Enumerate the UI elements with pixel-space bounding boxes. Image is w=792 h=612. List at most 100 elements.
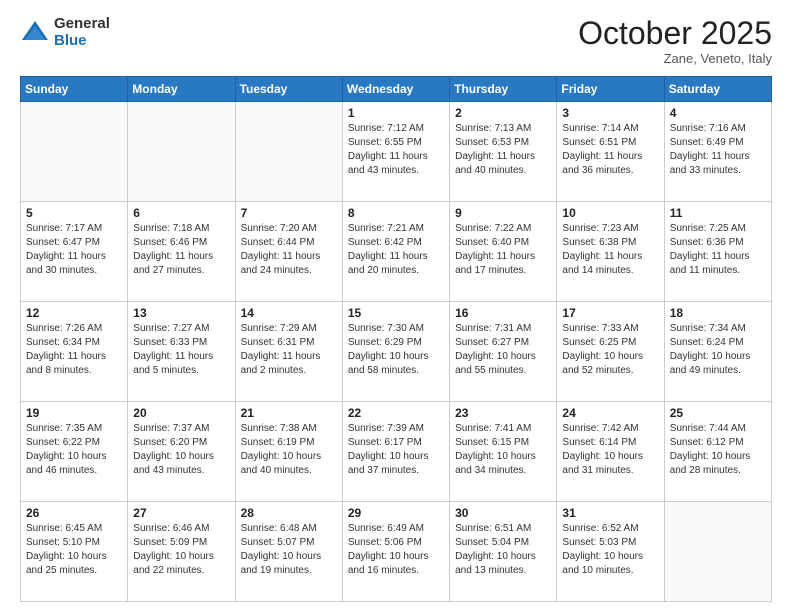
day-number: 12: [26, 306, 122, 320]
calendar-cell: 25 Sunrise: 7:44 AM Sunset: 6:12 PM Dayli…: [664, 402, 771, 502]
day-info: Sunrise: 7:33 AM Sunset: 6:25 PM Dayligh…: [562, 322, 658, 378]
day-info: Sunrise: 7:12 AM Sunset: 6:55 PM Dayligh…: [348, 122, 444, 178]
day-number: 2: [455, 106, 551, 120]
calendar-cell: 29 Sunrise: 6:49 AM Sunset: 5:06 PM Dayli…: [342, 502, 449, 602]
day-number: 14: [241, 306, 337, 320]
page: General Blue October 2025 Zane, Veneto, …: [0, 0, 792, 612]
calendar-cell: 16Sunrise: 7:31 AM Sunset: 6:27 PM Dayli…: [450, 302, 557, 402]
day-info: Sunrise: 7:44 AM Sunset: 6:12 PM Dayligh…: [670, 422, 766, 478]
calendar-cell: 28 Sunrise: 6:48 AM Sunset: 5:07 PM Dayli…: [235, 502, 342, 602]
col-friday: Friday: [557, 77, 664, 102]
calendar-cell: 30Sunrise: 6:51 AM Sunset: 5:04 PM Dayli…: [450, 502, 557, 602]
location-subtitle: Zane, Veneto, Italy: [578, 51, 772, 66]
week-row-1: 1 Sunrise: 7:12 AM Sunset: 6:55 PM Daylig…: [21, 102, 772, 202]
day-number: 17: [562, 306, 658, 320]
calendar-cell: 26 Sunrise: 6:45 AM Sunset: 5:10 PM Dayli…: [21, 502, 128, 602]
day-info: Sunrise: 7:42 AM Sunset: 6:14 PM Dayligh…: [562, 422, 658, 478]
day-number: 23: [455, 406, 551, 420]
calendar-cell: [21, 102, 128, 202]
day-number: 9: [455, 206, 551, 220]
day-number: 20: [133, 406, 229, 420]
calendar-cell: 18 Sunrise: 7:34 AM Sunset: 6:24 PM Dayli…: [664, 302, 771, 402]
day-info: Sunrise: 7:38 AM Sunset: 6:19 PM Dayligh…: [241, 422, 337, 478]
day-number: 1: [348, 106, 444, 120]
day-info: Sunrise: 6:48 AM Sunset: 5:07 PM Dayligh…: [241, 522, 337, 578]
day-number: 26: [26, 506, 122, 520]
col-tuesday: Tuesday: [235, 77, 342, 102]
day-info: Sunrise: 7:37 AM Sunset: 6:20 PM Dayligh…: [133, 422, 229, 478]
day-info: Sunrise: 7:16 AM Sunset: 6:49 PM Dayligh…: [670, 122, 766, 178]
day-info: Sunrise: 6:49 AM Sunset: 5:06 PM Dayligh…: [348, 522, 444, 578]
day-info: Sunrise: 6:52 AM Sunset: 5:03 PM Dayligh…: [562, 522, 658, 578]
logo-text: General Blue: [54, 16, 110, 49]
day-number: 24: [562, 406, 658, 420]
logo-icon: [20, 18, 50, 48]
day-number: 4: [670, 106, 766, 120]
day-info: Sunrise: 7:34 AM Sunset: 6:24 PM Dayligh…: [670, 322, 766, 378]
week-row-2: 5 Sunrise: 7:17 AM Sunset: 6:47 PM Daylig…: [21, 202, 772, 302]
day-number: 25: [670, 406, 766, 420]
col-monday: Monday: [128, 77, 235, 102]
calendar-cell: 1 Sunrise: 7:12 AM Sunset: 6:55 PM Daylig…: [342, 102, 449, 202]
header-row: Sunday Monday Tuesday Wednesday Thursday…: [21, 77, 772, 102]
day-info: Sunrise: 7:22 AM Sunset: 6:40 PM Dayligh…: [455, 222, 551, 278]
calendar-cell: [664, 502, 771, 602]
day-info: Sunrise: 7:30 AM Sunset: 6:29 PM Dayligh…: [348, 322, 444, 378]
calendar-cell: 13Sunrise: 7:27 AM Sunset: 6:33 PM Dayli…: [128, 302, 235, 402]
col-wednesday: Wednesday: [342, 77, 449, 102]
day-info: Sunrise: 7:29 AM Sunset: 6:31 PM Dayligh…: [241, 322, 337, 378]
day-info: Sunrise: 6:45 AM Sunset: 5:10 PM Dayligh…: [26, 522, 122, 578]
week-row-4: 19Sunrise: 7:35 AM Sunset: 6:22 PM Dayli…: [21, 402, 772, 502]
day-info: Sunrise: 6:46 AM Sunset: 5:09 PM Dayligh…: [133, 522, 229, 578]
calendar-cell: 21 Sunrise: 7:38 AM Sunset: 6:19 PM Dayli…: [235, 402, 342, 502]
logo-general-text: General: [54, 16, 110, 33]
day-info: Sunrise: 7:17 AM Sunset: 6:47 PM Dayligh…: [26, 222, 122, 278]
day-info: Sunrise: 7:31 AM Sunset: 6:27 PM Dayligh…: [455, 322, 551, 378]
day-number: 5: [26, 206, 122, 220]
calendar-cell: 9 Sunrise: 7:22 AM Sunset: 6:40 PM Daylig…: [450, 202, 557, 302]
day-number: 10: [562, 206, 658, 220]
calendar-cell: 2 Sunrise: 7:13 AM Sunset: 6:53 PM Daylig…: [450, 102, 557, 202]
calendar-cell: 22 Sunrise: 7:39 AM Sunset: 6:17 PM Dayli…: [342, 402, 449, 502]
day-info: Sunrise: 7:39 AM Sunset: 6:17 PM Dayligh…: [348, 422, 444, 478]
calendar-cell: 27 Sunrise: 6:46 AM Sunset: 5:09 PM Dayli…: [128, 502, 235, 602]
day-number: 8: [348, 206, 444, 220]
day-info: Sunrise: 7:41 AM Sunset: 6:15 PM Dayligh…: [455, 422, 551, 478]
day-info: Sunrise: 6:51 AM Sunset: 5:04 PM Dayligh…: [455, 522, 551, 578]
day-info: Sunrise: 7:35 AM Sunset: 6:22 PM Dayligh…: [26, 422, 122, 478]
day-number: 22: [348, 406, 444, 420]
day-number: 21: [241, 406, 337, 420]
calendar-cell: 3Sunrise: 7:14 AM Sunset: 6:51 PM Daylig…: [557, 102, 664, 202]
col-sunday: Sunday: [21, 77, 128, 102]
day-number: 11: [670, 206, 766, 220]
title-block: October 2025 Zane, Veneto, Italy: [578, 16, 772, 66]
day-info: Sunrise: 7:13 AM Sunset: 6:53 PM Dayligh…: [455, 122, 551, 178]
day-info: Sunrise: 7:18 AM Sunset: 6:46 PM Dayligh…: [133, 222, 229, 278]
week-row-3: 12 Sunrise: 7:26 AM Sunset: 6:34 PM Dayli…: [21, 302, 772, 402]
header: General Blue October 2025 Zane, Veneto, …: [20, 16, 772, 66]
day-info: Sunrise: 7:26 AM Sunset: 6:34 PM Dayligh…: [26, 322, 122, 378]
day-number: 27: [133, 506, 229, 520]
calendar-cell: 6 Sunrise: 7:18 AM Sunset: 6:46 PM Daylig…: [128, 202, 235, 302]
day-number: 6: [133, 206, 229, 220]
month-title: October 2025: [578, 16, 772, 51]
day-info: Sunrise: 7:14 AM Sunset: 6:51 PM Dayligh…: [562, 122, 658, 178]
day-number: 15: [348, 306, 444, 320]
day-number: 28: [241, 506, 337, 520]
logo: General Blue: [20, 16, 110, 49]
day-info: Sunrise: 7:27 AM Sunset: 6:33 PM Dayligh…: [133, 322, 229, 378]
calendar-cell: 31Sunrise: 6:52 AM Sunset: 5:03 PM Dayli…: [557, 502, 664, 602]
calendar-cell: 15 Sunrise: 7:30 AM Sunset: 6:29 PM Dayli…: [342, 302, 449, 402]
calendar-cell: 19Sunrise: 7:35 AM Sunset: 6:22 PM Dayli…: [21, 402, 128, 502]
col-saturday: Saturday: [664, 77, 771, 102]
calendar-cell: 4 Sunrise: 7:16 AM Sunset: 6:49 PM Daylig…: [664, 102, 771, 202]
day-number: 7: [241, 206, 337, 220]
day-info: Sunrise: 7:25 AM Sunset: 6:36 PM Dayligh…: [670, 222, 766, 278]
logo-blue-text: Blue: [54, 33, 110, 50]
day-number: 18: [670, 306, 766, 320]
day-info: Sunrise: 7:23 AM Sunset: 6:38 PM Dayligh…: [562, 222, 658, 278]
calendar-cell: 23 Sunrise: 7:41 AM Sunset: 6:15 PM Dayli…: [450, 402, 557, 502]
calendar-cell: 5 Sunrise: 7:17 AM Sunset: 6:47 PM Daylig…: [21, 202, 128, 302]
calendar-cell: 7Sunrise: 7:20 AM Sunset: 6:44 PM Daylig…: [235, 202, 342, 302]
day-number: 29: [348, 506, 444, 520]
